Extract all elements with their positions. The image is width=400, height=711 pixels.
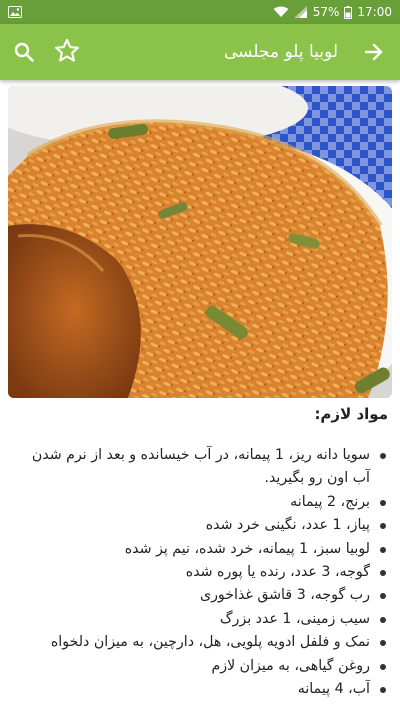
search-button[interactable] (8, 36, 40, 68)
wifi-icon (273, 6, 289, 18)
ingredients-list: سویا دانه ریز، 1 پیمانه، در آب خیسانده و… (12, 444, 390, 701)
list-item: نمک و فلفل ادویه پلویی، هل، دارچین، به م… (12, 631, 386, 654)
page-title: لوبیا پلو مجلسی (224, 42, 338, 62)
list-item: آب، 4 پیمانه (12, 678, 386, 701)
status-bar: 57% 17:00 (0, 0, 400, 24)
clock: 17:00 (357, 5, 392, 19)
battery-icon (344, 5, 353, 19)
ingredients-heading: مواد لازم: (314, 405, 388, 423)
list-item: رب گوجه، 3 قاشق غذاخوری (12, 584, 386, 607)
list-item: سویا دانه ریز، 1 پیمانه، در آب خیسانده و… (12, 444, 386, 491)
arrow-forward-icon (364, 43, 383, 61)
star-outline-icon (54, 38, 80, 62)
search-icon (14, 42, 34, 62)
list-item: پیاز، 1 عدد، نگینی خرد شده (12, 514, 386, 537)
list-item: برنج، 2 پیمانه (12, 491, 386, 514)
battery-percent: 57% (312, 5, 340, 19)
list-item: گوجه، 3 عدد، رنده یا پوره شده (12, 561, 386, 584)
signal-icon (293, 6, 308, 18)
favorite-button[interactable] (50, 34, 84, 68)
back-button[interactable] (358, 36, 390, 68)
recipe-photo (8, 86, 392, 398)
list-item: روغن گیاهی، به میزان لازم (12, 655, 386, 678)
image-icon (8, 6, 22, 18)
list-item: لوبیا سبز، 1 پیمانه، خرد شده، نیم پز شده (12, 538, 386, 561)
recipe-content: مواد لازم: سویا دانه ریز، 1 پیمانه، در آ… (0, 402, 400, 711)
app-bar: لوبیا پلو مجلسی (0, 24, 400, 80)
list-item: سیب زمینی، 1 عدد بزرگ (12, 608, 386, 631)
